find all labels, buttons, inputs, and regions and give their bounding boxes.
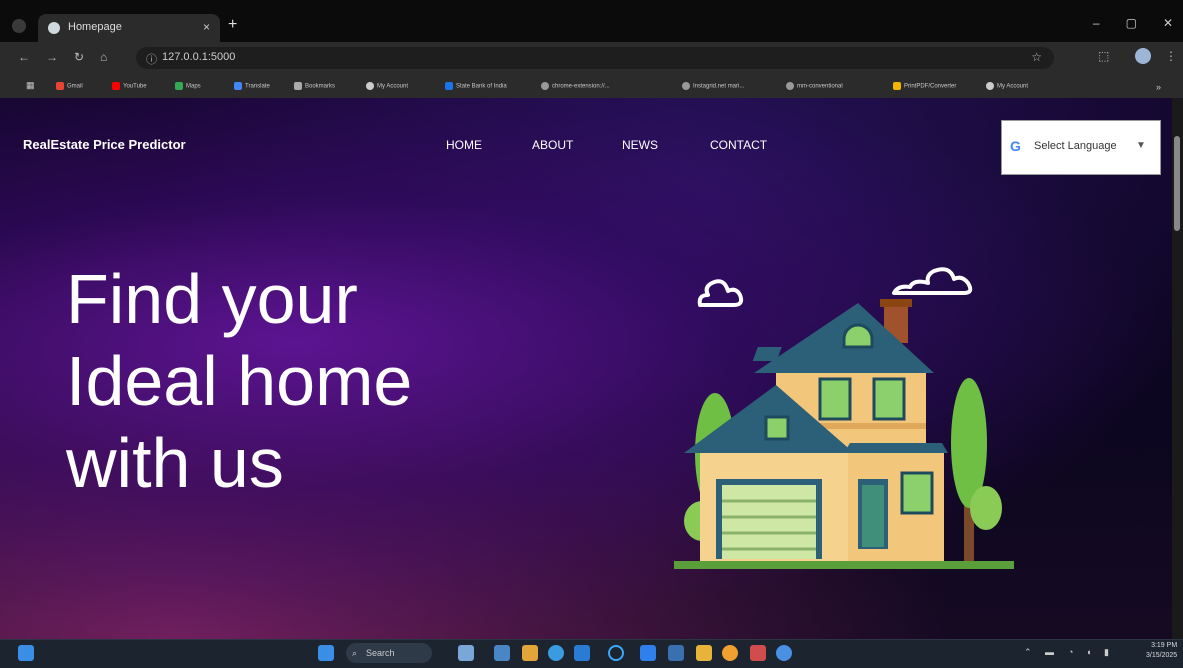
clock-time: 3:19 PM (1151, 642, 1178, 649)
tab-title: Homepage (68, 21, 122, 33)
nav-about[interactable]: ABOUT (532, 138, 573, 152)
bookmark-printpdf[interactable]: PrintPDF/Converter (893, 82, 956, 90)
bookmark-maps[interactable]: Maps (175, 82, 201, 90)
site-brand[interactable]: RealEstate Price Predictor (23, 137, 186, 152)
chat-icon[interactable] (494, 645, 510, 661)
account-icon (986, 82, 994, 90)
new-tab-icon[interactable]: + (228, 16, 237, 34)
close-window-icon[interactable]: ✕ (1163, 16, 1173, 30)
hero-heading: Find your Ideal home with us (66, 258, 412, 504)
tab-search-icon[interactable] (12, 19, 26, 33)
windows-start-icon[interactable] (318, 645, 334, 661)
taskbar-search[interactable]: ⌕ Search (346, 643, 432, 663)
tab-strip: Homepage × + – ▢ ✕ (0, 0, 1183, 42)
tray-chevron-icon[interactable]: ⌃ (1024, 647, 1032, 658)
google-g-icon: G (1010, 138, 1021, 154)
dropdown-arrow-icon: ▼ (1136, 140, 1146, 151)
url-text: 127.0.0.1:5000 (162, 51, 236, 63)
address-bar[interactable]: ⓘ 127.0.0.1:5000 ☆ (136, 47, 1054, 69)
gmail-icon (56, 82, 64, 90)
folder-icon[interactable] (696, 645, 712, 661)
widgets-icon[interactable] (18, 645, 34, 661)
apps-grid-icon[interactable]: ▦ (26, 80, 35, 91)
page-viewport: RealEstate Price Predictor HOME ABOUT NE… (0, 98, 1172, 639)
bookmark-chrome-extension[interactable]: chrome-extension://... (541, 82, 610, 90)
terminal-icon[interactable] (668, 645, 684, 661)
downloads-icon[interactable]: ⬚ (1098, 49, 1109, 63)
reload-icon[interactable]: ↻ (74, 50, 84, 64)
bookmark-mm-conventional[interactable]: mm-conventional (786, 82, 843, 90)
hero-line: Ideal home (66, 342, 413, 420)
bookmark-bookmarks[interactable]: Bookmarks (294, 82, 335, 90)
cortana-icon[interactable] (608, 645, 624, 661)
language-select-label: Select Language (1034, 140, 1117, 152)
chrome-icon[interactable] (722, 645, 738, 661)
youtube-icon (112, 82, 120, 90)
menu-kebab-icon[interactable]: ⋮ (1165, 49, 1177, 63)
scrollbar-thumb[interactable] (1174, 136, 1180, 231)
globe-icon (541, 82, 549, 90)
store-icon[interactable] (574, 645, 590, 661)
browser-icon[interactable] (776, 645, 792, 661)
edge-icon[interactable] (548, 645, 564, 661)
account-icon (366, 82, 374, 90)
forward-icon[interactable]: → (46, 50, 58, 64)
volume-icon[interactable]: ◖ (1086, 647, 1091, 657)
globe-icon (682, 82, 690, 90)
bookmark-youtube[interactable]: YouTube (112, 82, 147, 90)
tray-app-icon[interactable]: ▬ (1045, 647, 1054, 657)
home-icon[interactable]: ⌂ (100, 50, 107, 64)
hero-line: with us (66, 424, 284, 502)
house-illustration (674, 267, 1014, 569)
translate-icon (234, 82, 242, 90)
globe-icon (48, 22, 60, 34)
nav-home[interactable]: HOME (446, 138, 482, 152)
tab-homepage[interactable]: Homepage × (38, 14, 220, 42)
maps-icon (175, 82, 183, 90)
hero-line: Find your (66, 260, 358, 338)
language-select[interactable]: G Select Language ▼ (1001, 120, 1161, 175)
tab-close-icon[interactable]: × (203, 20, 210, 34)
windows-taskbar (0, 639, 1183, 668)
bookmark-my-account[interactable]: My Account (366, 82, 408, 90)
clock-date: 3/15/2025 (1146, 652, 1178, 659)
bookmark-translate[interactable]: Translate (234, 82, 270, 90)
app-icon[interactable] (750, 645, 766, 661)
pdf-icon (893, 82, 901, 90)
battery-icon[interactable]: ▮ (1104, 647, 1109, 658)
bookmark-gmail[interactable]: Gmail (56, 82, 83, 90)
minimize-icon[interactable]: – (1093, 16, 1100, 30)
vscode-icon[interactable] (640, 645, 656, 661)
site-info-icon[interactable]: ⓘ (146, 51, 157, 67)
bookmark-sbi[interactable]: State Bank of India (445, 82, 507, 90)
nav-news[interactable]: NEWS (622, 138, 658, 152)
taskbar-clock[interactable]: 3:19 PM 3/15/2025 (1146, 641, 1177, 661)
sbi-icon (445, 82, 453, 90)
cloud-icon (697, 267, 973, 307)
task-view-icon[interactable] (458, 645, 474, 661)
file-explorer-icon[interactable] (522, 645, 538, 661)
globe-icon (786, 82, 794, 90)
more-bookmarks-icon[interactable]: » (1156, 82, 1161, 92)
search-icon: ⌕ (352, 648, 358, 658)
window-controls: – ▢ ✕ (1093, 16, 1173, 30)
wifi-icon[interactable]: ◔ (1068, 647, 1073, 657)
bookmark-my-account-2[interactable]: My Account (986, 82, 1028, 90)
back-icon[interactable]: ← (18, 50, 30, 64)
search-placeholder: Search (366, 648, 395, 658)
bookmark-star-icon[interactable]: ☆ (1031, 50, 1042, 64)
bookmark-instagrid[interactable]: Instagrid.net mari... (682, 82, 744, 90)
maximize-icon[interactable]: ▢ (1126, 16, 1137, 30)
nav-contact[interactable]: CONTACT (710, 138, 767, 152)
profile-avatar[interactable] (1135, 48, 1151, 64)
star-icon (294, 82, 302, 90)
